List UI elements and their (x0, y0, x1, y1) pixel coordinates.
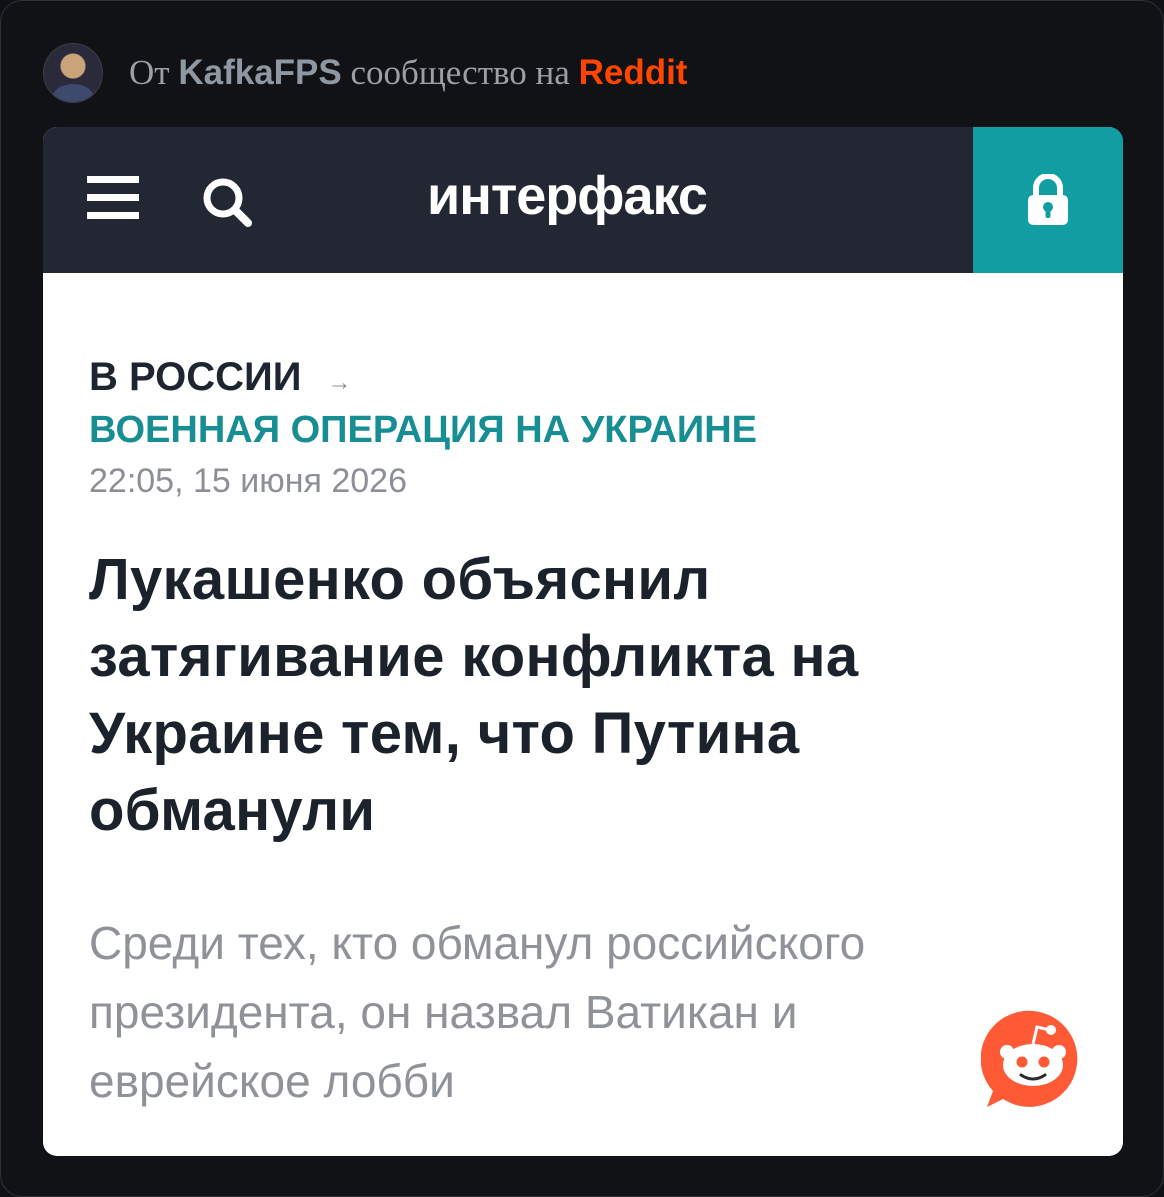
user-avatar[interactable] (43, 43, 103, 103)
article-datetime: 22:05, 15 июня 2026 (89, 462, 408, 500)
article-headline[interactable]: Лукашенко объяснил затягивание конфликта… (89, 541, 1049, 849)
article-card[interactable]: интерфакс В РОССИИ → ВОЕННАЯ ОПЕРАЦИЯ НА… (43, 127, 1123, 1156)
reddit-snoo-icon[interactable] (981, 1007, 1085, 1111)
breadcrumb: В РОССИИ → (89, 355, 1049, 401)
breadcrumb-link[interactable]: В РОССИИ (89, 355, 302, 400)
username-link[interactable]: KafkaFPS (178, 53, 341, 92)
post-source-row: От KafkaFPS сообщество на Reddit (43, 43, 687, 103)
lock-icon (1028, 174, 1068, 225)
site-logo-text: интерфакс (427, 166, 708, 226)
login-button[interactable] (973, 127, 1123, 273)
platform-link[interactable]: Reddit (579, 53, 688, 92)
article-content: В РОССИИ → ВОЕННАЯ ОПЕРАЦИЯ НА УКРАИНЕ 2… (89, 355, 1049, 1116)
post-source-text: От KafkaFPS сообщество на Reddit (129, 53, 687, 93)
menu-icon[interactable] (87, 176, 139, 222)
article-lead: Среди тех, кто обманул российского прези… (89, 917, 866, 1107)
source-middle: сообщество на (350, 53, 570, 92)
breadcrumb-arrow-icon: → (327, 369, 352, 396)
search-icon[interactable] (199, 174, 255, 230)
share-card-frame: От KafkaFPS сообщество на Reddit интерфа… (0, 0, 1164, 1197)
site-topbar: интерфакс (43, 127, 1123, 273)
site-logo[interactable]: интерфакс (427, 165, 708, 227)
section-link[interactable]: ВОЕННАЯ ОПЕРАЦИЯ НА УКРАИНЕ (89, 409, 1049, 452)
source-prefix: От (129, 53, 170, 92)
